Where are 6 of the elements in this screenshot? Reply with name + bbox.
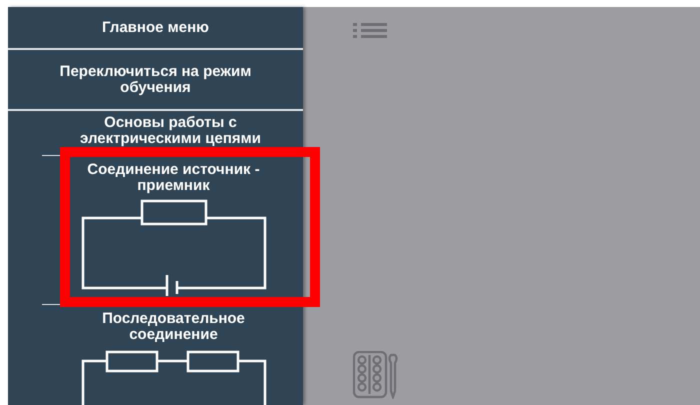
lesson-title[interactable]: Последовательное соединение [66,311,281,343]
section-title: Основы работы с электрическими цепями [79,115,262,147]
menu-title: Главное меню [102,20,209,36]
mode-switch-button[interactable]: Переключиться на режим обучения [8,64,303,96]
lesson-title[interactable]: Соединение источник - приемник [66,162,281,194]
list-icon[interactable] [353,22,387,38]
